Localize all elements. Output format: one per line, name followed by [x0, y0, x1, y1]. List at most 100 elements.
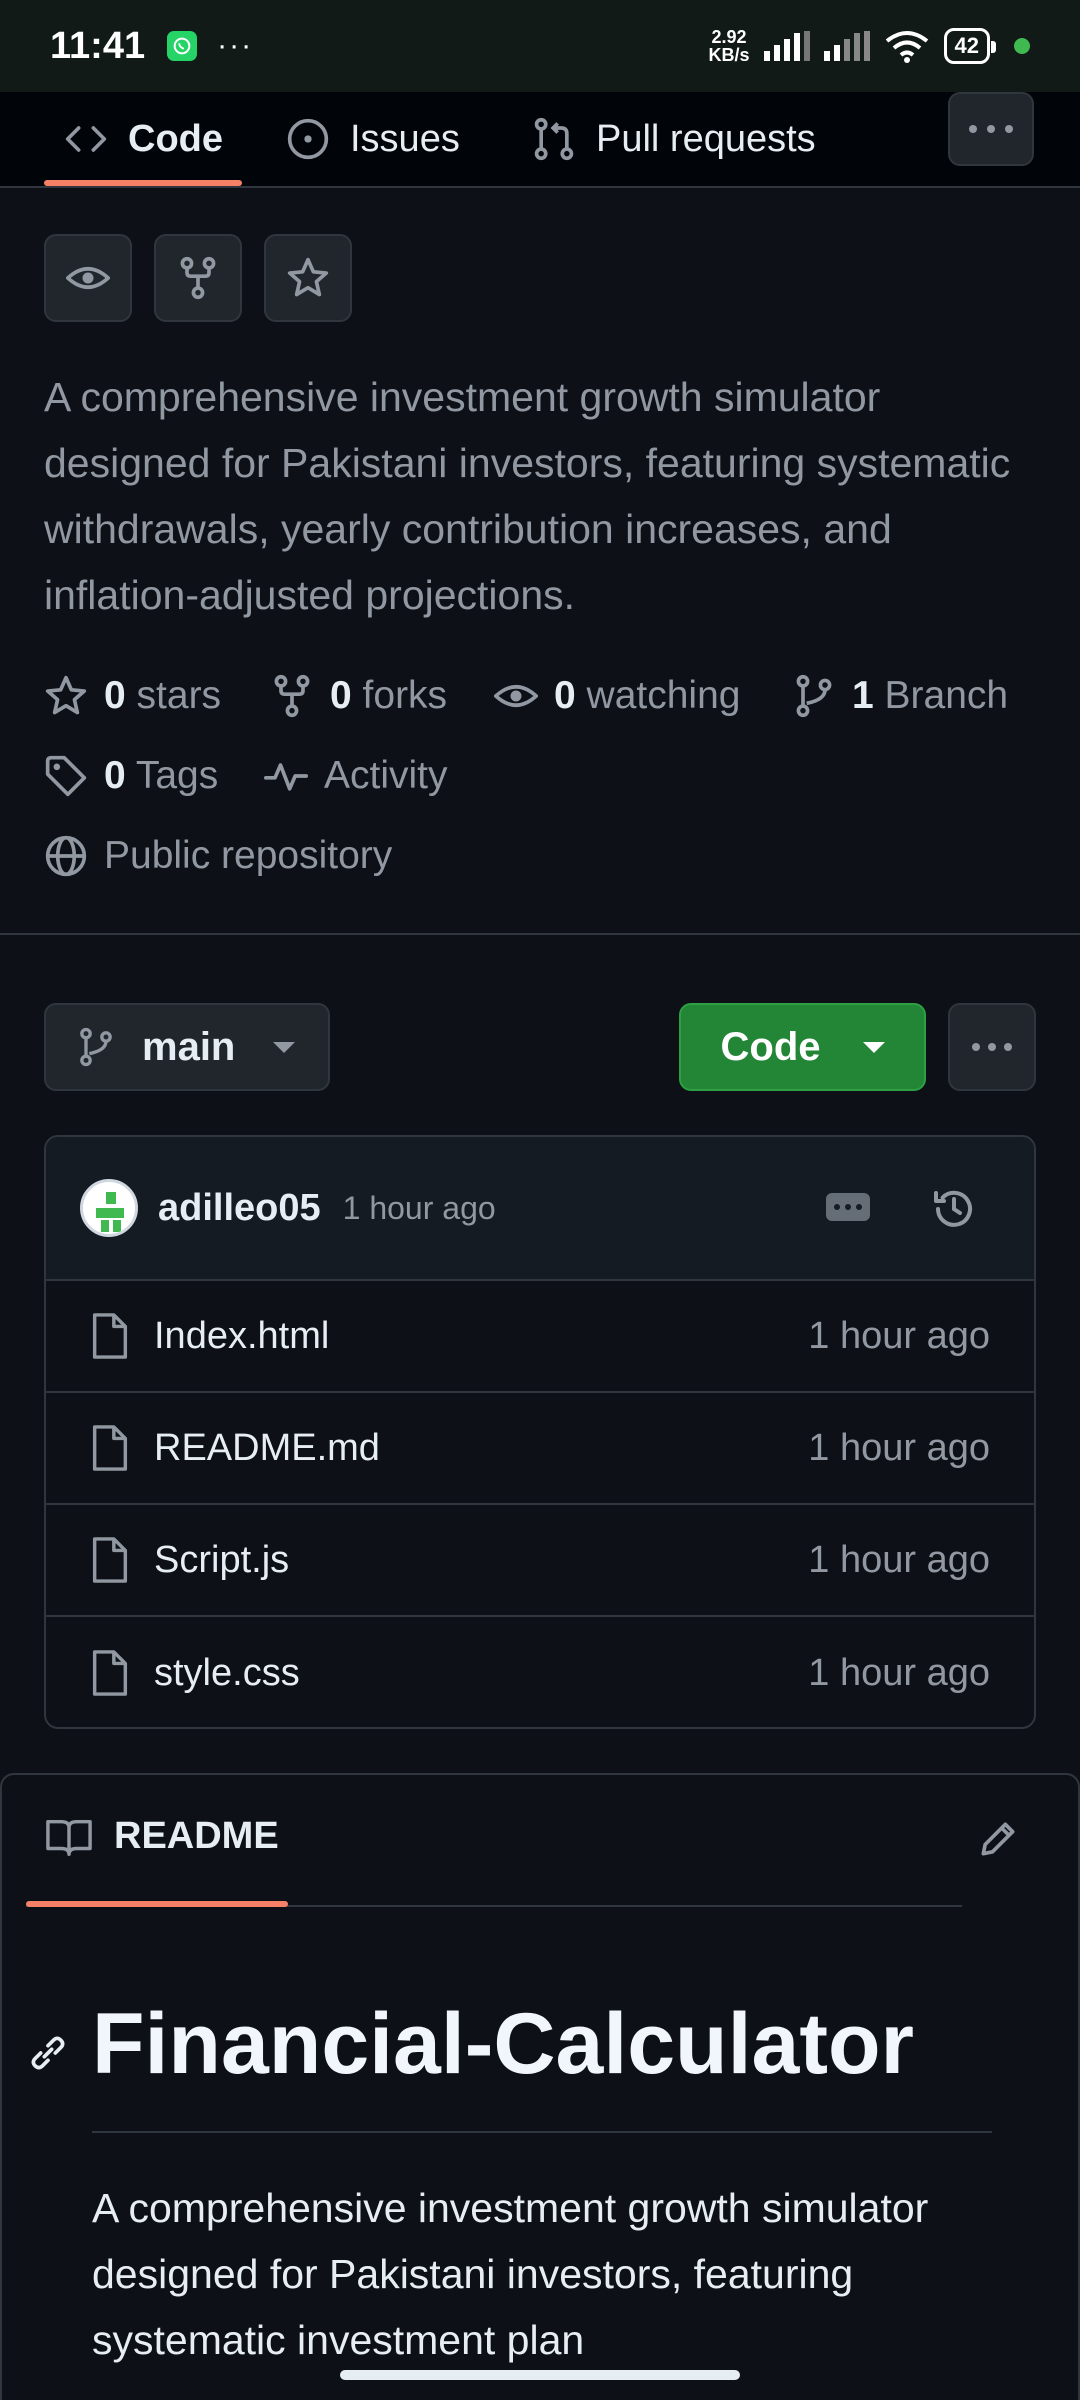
commit-message-toggle[interactable]	[826, 1193, 870, 1221]
whatsapp-icon	[167, 31, 198, 61]
branch-more-button[interactable]	[948, 1003, 1036, 1091]
stars-link[interactable]: 0 stars	[44, 674, 221, 718]
readme-tab-label: README	[114, 1815, 279, 1857]
visibility-label: Public repository	[104, 834, 393, 877]
active-tab-underline	[44, 180, 242, 186]
fork-button[interactable]	[154, 234, 242, 322]
branches-count: 1	[852, 674, 874, 717]
tab-issues[interactable]: Issues	[286, 92, 460, 186]
file-time: 1 hour ago	[808, 1651, 990, 1694]
forks-link[interactable]: 0 forks	[270, 674, 447, 718]
watching-count: 0	[554, 674, 576, 717]
globe-icon	[45, 835, 87, 877]
readme-panel: README Financial-Calculator A comprehens…	[0, 1773, 1080, 2400]
readme-heading-rule	[92, 2131, 992, 2133]
tags-label: Tags	[135, 754, 219, 797]
star-button[interactable]	[264, 234, 352, 322]
battery-indicator: 42	[943, 28, 997, 64]
branch-selector[interactable]: main	[44, 1003, 330, 1091]
file-row[interactable]: README.md 1 hour ago	[46, 1393, 1034, 1505]
pencil-icon[interactable]	[976, 1817, 1020, 1861]
tab-issues-label: Issues	[350, 117, 460, 160]
tags-link[interactable]: 0 Tags	[44, 754, 218, 798]
branches-label: Branch	[884, 674, 1009, 717]
file-name[interactable]: Index.html	[154, 1315, 329, 1358]
repo-more-button[interactable]	[948, 92, 1034, 166]
status-time: 11:41	[50, 24, 146, 67]
stars-label: stars	[136, 674, 222, 717]
network-speed-value: 2.92	[711, 27, 747, 47]
link-icon[interactable]	[26, 2031, 70, 2075]
tag-icon	[45, 755, 87, 797]
file-time: 1 hour ago	[808, 1538, 990, 1581]
history-icon[interactable]	[930, 1185, 978, 1233]
network-speed: 2.92 KB/s	[709, 28, 750, 64]
file-row[interactable]: Index.html 1 hour ago	[46, 1281, 1034, 1393]
activity-label: Activity	[324, 754, 448, 797]
latest-commit-row[interactable]: adilleo05 1 hour ago	[46, 1137, 1034, 1281]
tab-pull-requests-label: Pull requests	[596, 117, 816, 160]
fork-icon	[274, 674, 310, 718]
network-speed-unit: KB/s	[708, 45, 750, 65]
star-icon	[45, 675, 87, 715]
file-name[interactable]: Script.js	[154, 1539, 289, 1582]
file-name[interactable]: style.css	[154, 1652, 300, 1695]
commit-time: 1 hour ago	[342, 1189, 496, 1226]
privacy-indicator-dot	[1014, 38, 1030, 54]
forks-label: forks	[362, 674, 448, 717]
kebab-horizontal-icon	[972, 1043, 1012, 1051]
file-name[interactable]: README.md	[154, 1427, 380, 1470]
star-icon	[287, 257, 329, 297]
branch-icon	[796, 674, 832, 718]
file-time: 1 hour ago	[808, 1426, 990, 1469]
tab-code[interactable]: Code	[64, 92, 223, 186]
wifi-icon	[885, 31, 928, 63]
book-icon	[46, 1819, 92, 1856]
section-divider	[0, 933, 1080, 935]
issue-icon	[287, 118, 329, 160]
tab-code-label: Code	[128, 117, 223, 160]
file-row[interactable]: Script.js 1 hour ago	[46, 1505, 1034, 1617]
branch-icon	[80, 1027, 112, 1067]
code-button-label: Code	[720, 1024, 821, 1069]
file-icon	[92, 1425, 128, 1471]
chevron-down-icon	[862, 1041, 885, 1053]
stars-count: 0	[104, 674, 126, 717]
commit-author[interactable]: adilleo05	[158, 1187, 321, 1230]
branches-link[interactable]: 1 Branch	[792, 674, 1008, 718]
tags-count: 0	[104, 754, 126, 797]
home-indicator[interactable]	[340, 2370, 740, 2380]
watching-label: watching	[586, 674, 741, 717]
signal-icon-2	[823, 31, 870, 61]
eye-icon	[66, 267, 110, 289]
repo-nav-tabs: Code Issues Pull requests	[0, 92, 1080, 188]
file-icon	[92, 1537, 128, 1583]
activity-link[interactable]: Activity	[264, 754, 448, 798]
watch-button[interactable]	[44, 234, 132, 322]
branch-name: main	[142, 1024, 236, 1069]
status-bar: 11:41 ··· 2.92 KB/s 42	[0, 0, 1080, 92]
pulse-icon	[264, 763, 308, 791]
tab-pull-requests[interactable]: Pull requests	[532, 92, 816, 186]
file-time: 1 hour ago	[808, 1314, 990, 1357]
avatar[interactable]	[80, 1179, 138, 1237]
eye-icon	[494, 685, 538, 707]
visibility-info: Public repository	[44, 834, 392, 878]
kebab-horizontal-icon	[969, 125, 1013, 133]
notification-overflow: ···	[217, 29, 254, 62]
pull-request-icon	[534, 117, 574, 161]
readme-active-underline	[26, 1901, 288, 1907]
readme-body: A comprehensive investment growth simula…	[92, 2185, 929, 2363]
code-icon	[65, 126, 107, 152]
repo-description: A comprehensive investment growth simula…	[44, 374, 1011, 618]
readme-tab[interactable]: README	[46, 1815, 279, 1858]
readme-title: Financial-Calculator	[92, 1996, 914, 2092]
file-row[interactable]: style.css 1 hour ago	[46, 1617, 1034, 1727]
signal-icon	[763, 31, 810, 61]
github-repo-page: 11:41 ··· 2.92 KB/s 42 Code Issues Pull …	[0, 0, 1080, 2400]
watching-link[interactable]: 0 watching	[494, 674, 740, 718]
fork-icon	[180, 256, 216, 300]
forks-count: 0	[330, 674, 352, 717]
code-download-button[interactable]: Code	[679, 1003, 926, 1091]
chevron-down-icon	[273, 1041, 296, 1053]
